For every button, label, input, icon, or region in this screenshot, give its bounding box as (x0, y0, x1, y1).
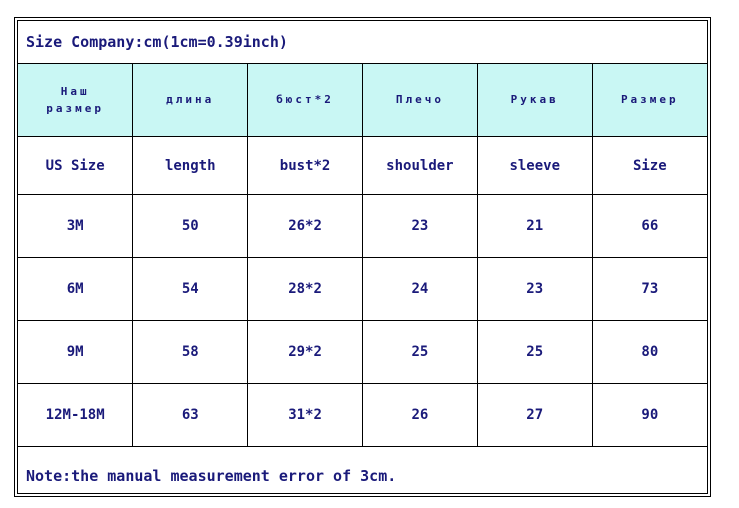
cell-shoulder: 24 (361, 257, 478, 321)
cell-eu-size: 66 (591, 194, 707, 258)
cell-eu-size: 90 (591, 383, 707, 447)
header-en-bust: bust*2 (247, 136, 363, 195)
cell-bust: 26*2 (247, 194, 363, 258)
table-row: 9M 58 29*2 25 25 80 (18, 320, 707, 384)
header-ru-sleeve: Рукав (476, 63, 593, 137)
table-row: 6M 54 28*2 24 23 73 (18, 257, 707, 321)
cell-sleeve: 21 (476, 194, 593, 258)
cell-size: 6M (18, 257, 134, 321)
header-ru-length: длина (132, 63, 249, 137)
cell-bust: 28*2 (247, 257, 363, 321)
cell-length: 63 (132, 383, 249, 447)
title-row: Size Company:cm(1cm=0.39inch) (18, 21, 707, 64)
cell-size: 3M (18, 194, 134, 258)
cell-shoulder: 26 (361, 383, 478, 447)
cell-shoulder: 25 (361, 320, 478, 384)
header-en-size: Size (591, 136, 707, 195)
header-ru-our-size-line1: Наш (60, 84, 90, 98)
cell-size: 12M-18M (18, 383, 134, 447)
header-en-us-size: US Size (18, 136, 134, 195)
table-outer-frame: Size Company:cm(1cm=0.39inch) Наш размер … (14, 17, 711, 504)
cell-eu-size: 73 (591, 257, 707, 321)
cell-bust: 29*2 (247, 320, 363, 384)
header-en-sleeve: sleeve (476, 136, 593, 195)
size-chart-table: Size Company:cm(1cm=0.39inch) Наш размер … (18, 21, 707, 504)
chart-title: Size Company:cm(1cm=0.39inch) (18, 21, 707, 64)
header-ru-our-size: Наш размер (18, 63, 134, 137)
header-en-length: length (132, 136, 249, 195)
header-ru-shoulder: Плечо (361, 63, 478, 137)
cell-length: 54 (132, 257, 249, 321)
cell-size: 9M (18, 320, 134, 384)
table-inner-frame: Size Company:cm(1cm=0.39inch) Наш размер … (17, 20, 708, 504)
table-row: 3M 50 26*2 23 21 66 (18, 194, 707, 258)
cell-eu-size: 80 (591, 320, 707, 384)
cell-sleeve: 25 (476, 320, 593, 384)
note-row: Note:the manual measurement error of 3cm… (18, 446, 707, 504)
header-ru-our-size-line2: размер (46, 102, 105, 115)
table-row: 12M-18M 63 31*2 26 27 90 (18, 383, 707, 447)
size-chart-image: Size Company:cm(1cm=0.39inch) Наш размер … (0, 0, 739, 508)
russian-header-row: Наш размер длина бюст*2 Плечо Рукав Разме… (18, 63, 707, 137)
cell-shoulder: 23 (361, 194, 478, 258)
header-ru-bust: бюст*2 (247, 63, 363, 137)
measurement-note: Note:the manual measurement error of 3cm… (18, 446, 707, 504)
cell-sleeve: 27 (476, 383, 593, 447)
header-en-shoulder: shoulder (361, 136, 478, 195)
cell-sleeve: 23 (476, 257, 593, 321)
cell-length: 58 (132, 320, 249, 384)
cell-length: 50 (132, 194, 249, 258)
cell-bust: 31*2 (247, 383, 363, 447)
english-header-row: US Size length bust*2 shoulder sleeve Si… (18, 136, 707, 195)
header-ru-size: Размер (591, 63, 707, 137)
